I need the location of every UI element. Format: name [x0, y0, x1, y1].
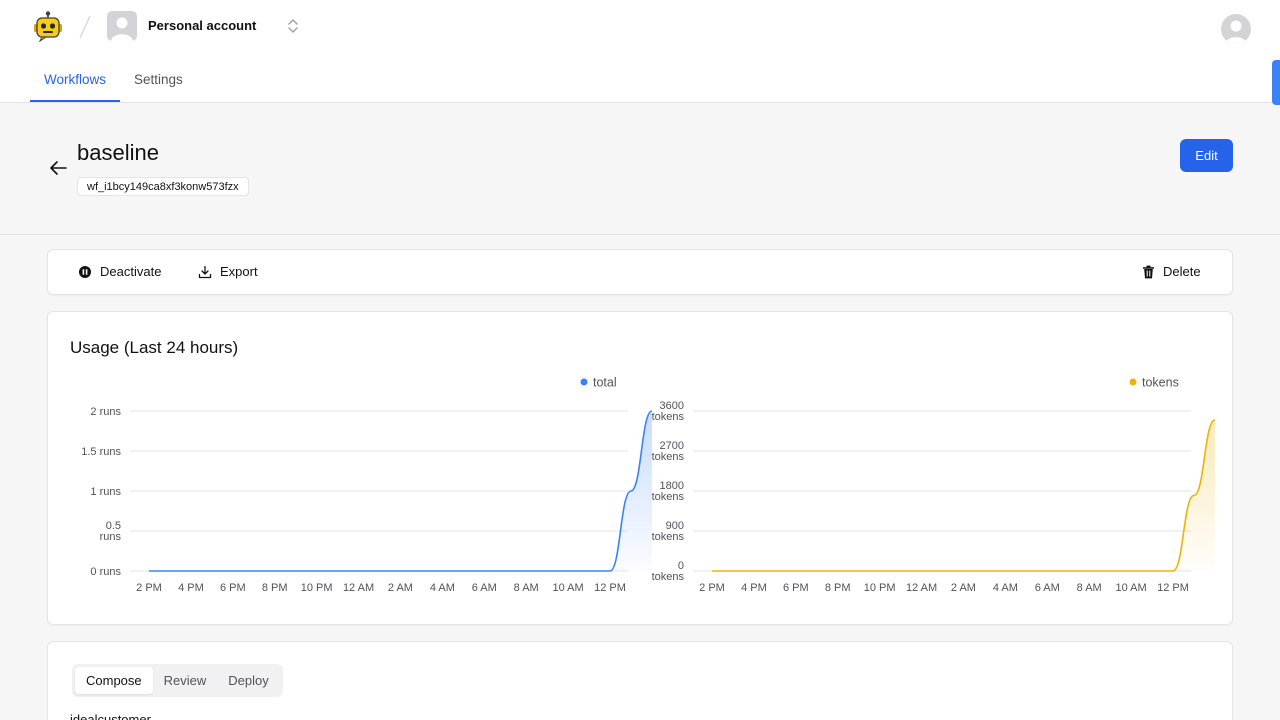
user-avatar[interactable] [1221, 14, 1251, 44]
y-tick-label: 1 runs [90, 486, 121, 498]
legend-marker [1129, 378, 1137, 386]
y-tick-label: 1.5 runs [81, 446, 121, 458]
y-tick-label: tokens [652, 531, 685, 543]
x-tick-label: 6 AM [472, 582, 497, 594]
y-tick-label: runs [100, 531, 122, 543]
x-tick-label: 10 AM [552, 582, 583, 594]
x-tick-label: 8 PM [825, 582, 851, 594]
x-tick-label: 6 AM [1035, 582, 1060, 594]
export-label: Export [220, 264, 258, 279]
delete-button[interactable]: Delete [1142, 264, 1201, 279]
tab-workflows[interactable]: Workflows [30, 58, 121, 102]
workflow-id-badge: wf_i1bcy149ca8xf3konw573fzx [77, 177, 249, 196]
series-line [712, 419, 1216, 572]
side-panel-handle[interactable] [1272, 60, 1280, 105]
x-tick-label: 8 AM [514, 582, 539, 594]
delete-label: Delete [1163, 264, 1201, 279]
x-tick-label: 4 PM [178, 582, 204, 594]
breadcrumb-separator-icon [79, 15, 91, 39]
x-tick-label: 12 PM [1157, 582, 1189, 594]
x-tick-label: 2 PM [699, 582, 725, 594]
field-label: idealcustomer [70, 712, 151, 720]
x-tick-label: 4 AM [993, 582, 1018, 594]
editor-tabs: Compose Review Deploy [72, 664, 283, 697]
x-tick-label: 12 PM [594, 582, 626, 594]
legend-label[interactable]: total [593, 376, 617, 390]
main-tabs: Workflows Settings [30, 58, 197, 102]
x-tick-label: 2 AM [951, 582, 976, 594]
trash-icon [1143, 265, 1154, 278]
x-tick-label: 10 PM [864, 582, 896, 594]
y-tick-label: 0 runs [90, 566, 121, 578]
legend-label[interactable]: tokens [1142, 376, 1179, 390]
tab-review[interactable]: Review [153, 667, 218, 694]
edit-button[interactable]: Edit [1180, 139, 1233, 172]
x-tick-label: 10 AM [1115, 582, 1146, 594]
x-tick-label: 10 PM [301, 582, 333, 594]
x-tick-label: 4 AM [430, 582, 455, 594]
x-tick-label: 2 AM [388, 582, 413, 594]
y-tick-label: tokens [652, 491, 685, 503]
top-navigation-bar: Personal account Workflows Settings [0, 0, 1280, 103]
tab-deploy[interactable]: Deploy [217, 667, 279, 694]
x-tick-label: 4 PM [741, 582, 767, 594]
deactivate-label: Deactivate [100, 264, 162, 279]
deactivate-button[interactable]: Deactivate [78, 264, 161, 279]
series-area [712, 419, 1215, 571]
tab-settings[interactable]: Settings [120, 58, 197, 102]
header-divider [0, 234, 1280, 235]
robot-logo-icon[interactable] [32, 10, 64, 42]
back-arrow-icon[interactable] [46, 156, 70, 180]
chevron-up-down-icon[interactable] [285, 16, 301, 36]
action-bar: Deactivate Export Delete [47, 249, 1233, 295]
download-icon [198, 265, 212, 278]
account-name: Personal account [148, 18, 257, 33]
editor-card: Compose Review Deploy idealcustomer [47, 641, 1233, 720]
user-silhouette-icon [111, 17, 133, 41]
user-silhouette-icon [1225, 20, 1247, 44]
account-avatar [107, 11, 137, 41]
usage-charts: 0 runs0.5runs1 runs1.5 runs2 runs2 PM 4 P… [81, 376, 1216, 594]
y-tick-label: tokens [652, 571, 685, 583]
x-tick-label: 8 AM [1077, 582, 1102, 594]
y-tick-label: tokens [652, 451, 685, 463]
y-tick-label: tokens [652, 411, 685, 423]
legend-marker [580, 378, 588, 386]
x-tick-label: 2 PM [136, 582, 162, 594]
tab-compose[interactable]: Compose [75, 667, 153, 694]
usage-card: Usage (Last 24 hours) 0 runs 0.5 runs 1 run… [47, 311, 1233, 625]
export-button[interactable]: Export [198, 264, 258, 279]
x-tick-label: 12 AM [343, 582, 374, 594]
page-title: baseline [77, 140, 159, 165]
y-tick-label: 2 runs [90, 406, 121, 418]
pause-circle-icon [79, 265, 91, 278]
x-tick-label: 6 PM [220, 582, 246, 594]
x-tick-label: 6 PM [783, 582, 809, 594]
x-tick-label: 12 AM [906, 582, 937, 594]
x-tick-label: 8 PM [262, 582, 288, 594]
